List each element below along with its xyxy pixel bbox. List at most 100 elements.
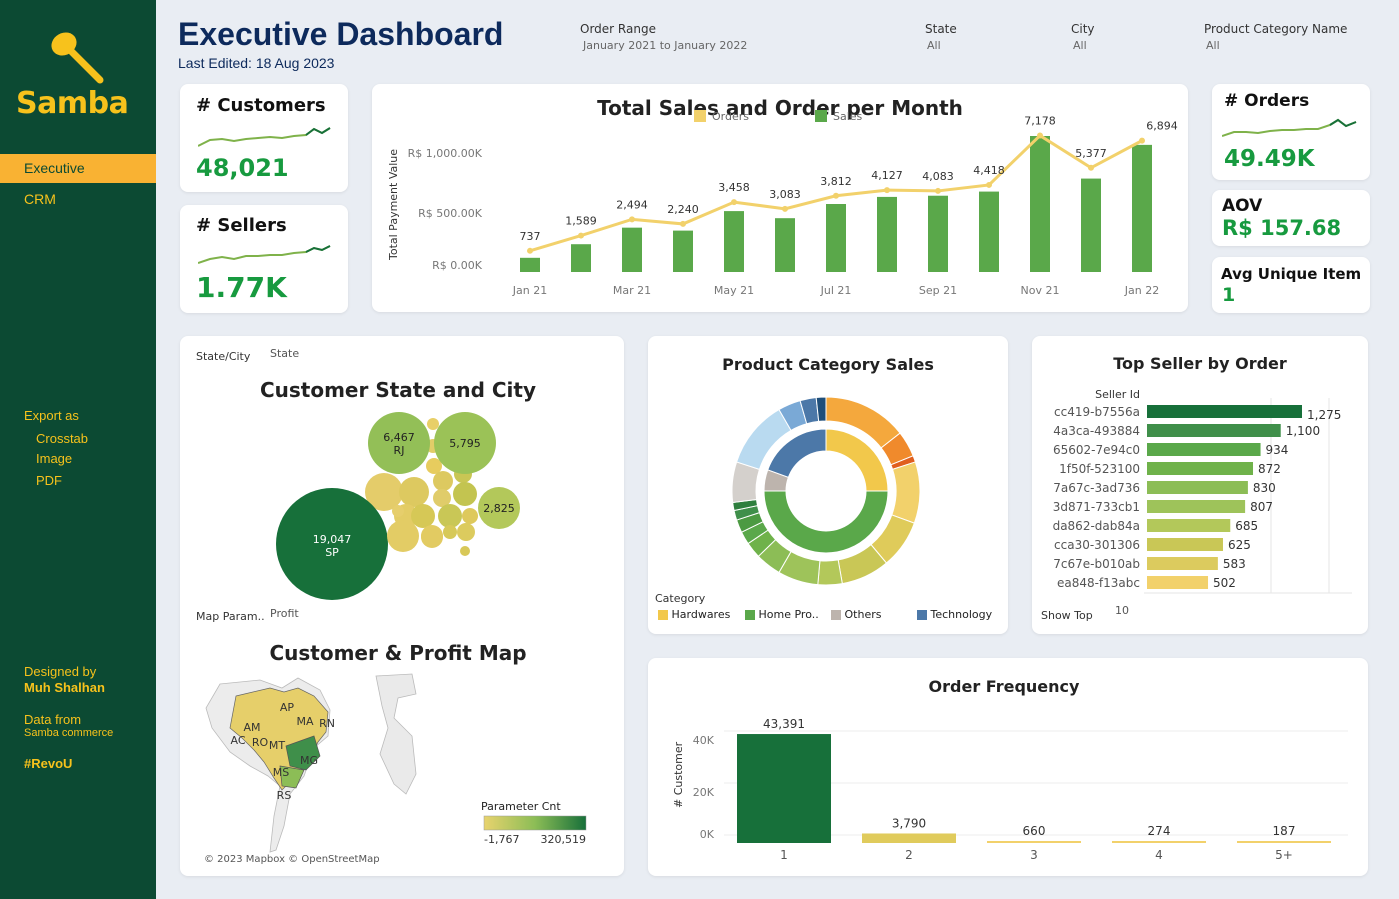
seller-col-label: Seller Id: [1095, 388, 1140, 401]
seller-bar[interactable]: [1147, 424, 1281, 437]
bubble-rj-label: RJ: [394, 444, 405, 457]
seller-bar[interactable]: [1147, 462, 1254, 475]
orders-data-label: 2,494: [616, 198, 648, 211]
show-top-input[interactable]: 10: [1115, 604, 1129, 617]
kpi-avg-unique-card: Avg Unique Item 1: [1212, 257, 1370, 313]
order-frequency-card: Order Frequency # Customer 0K 20K 40K 43…: [648, 658, 1368, 876]
map-legend-title: Parameter Cnt: [481, 800, 561, 813]
filter-state[interactable]: All: [927, 39, 941, 52]
sales-bar[interactable]: [1081, 178, 1101, 272]
sales-bar[interactable]: [826, 204, 846, 272]
freq-value-label: 660: [1023, 824, 1046, 838]
sales-bar[interactable]: [571, 244, 591, 272]
legend-item-others[interactable]: Others: [831, 608, 901, 621]
seller-bar[interactable]: [1147, 576, 1209, 589]
export-crosstab-link[interactable]: Crosstab: [36, 431, 88, 446]
sales-xtick: May 21: [714, 284, 754, 297]
sales-ytick-2: R$ 1,000.00K: [408, 147, 483, 160]
freq-xtick: 3: [1030, 848, 1038, 862]
kpi-avg-unique-value: 1: [1222, 284, 1236, 306]
designed-by-label: Designed by: [24, 664, 97, 679]
orders-point: [578, 232, 584, 239]
freq-xtick: 5+: [1275, 848, 1293, 862]
filter-city[interactable]: All: [1073, 39, 1087, 52]
seller-bar[interactable]: [1147, 557, 1218, 570]
map-param-dropdown[interactable]: Profit: [270, 607, 299, 620]
kpi-orders-card: # Orders 49.49K: [1212, 84, 1370, 180]
sales-bar[interactable]: [1030, 136, 1050, 272]
export-image-link[interactable]: Image: [36, 451, 72, 466]
donut-outer-segment[interactable]: [891, 461, 921, 524]
map-label-mg: MG: [300, 754, 318, 767]
legend-item-technology[interactable]: Technology: [917, 608, 1012, 621]
legend-sales-label: Sales: [833, 110, 863, 123]
freq-bar[interactable]: [737, 734, 831, 843]
export-pdf-link[interactable]: PDF: [36, 473, 62, 488]
seller-id-label: 4a3ca-493884: [1053, 424, 1140, 438]
orders-point: [731, 199, 737, 206]
logo: Samba: [16, 28, 140, 128]
map-attribution: © 2023 Mapbox © OpenStreetMap: [204, 854, 380, 865]
filter-state-label: State: [925, 22, 957, 36]
orders-point: [1088, 164, 1094, 171]
bubble-small-2[interactable]: [421, 525, 443, 547]
bubble-small[interactable]: [387, 520, 419, 552]
sidebar: Samba Executive CRM Export as Crosstab I…: [0, 0, 156, 899]
freq-bar[interactable]: [1112, 841, 1206, 843]
hashtag: #RevoU: [24, 756, 73, 771]
sales-xtick: Mar 21: [613, 284, 651, 297]
orders-point: [680, 220, 686, 227]
bubble-sp-value: 19,047: [313, 533, 352, 546]
seller-bar[interactable]: [1147, 519, 1231, 532]
state-city-card: State/City State Customer State and City: [180, 336, 624, 876]
freq-ytick-1: 20K: [693, 786, 715, 799]
orders-data-label: 4,418: [973, 164, 1005, 177]
orders-point: [1139, 137, 1145, 144]
sellers-sparkline: [198, 245, 331, 264]
legend-item-home[interactable]: Home Pro..: [745, 608, 835, 621]
seller-bar[interactable]: [1147, 443, 1261, 456]
freq-value-label: 274: [1148, 824, 1171, 838]
nav-crm[interactable]: CRM: [0, 185, 156, 214]
orders-data-label: 3,458: [718, 181, 750, 194]
sales-bar[interactable]: [673, 230, 693, 272]
seller-value-label: 872: [1258, 462, 1281, 476]
kpi-customers-card: # Customers 48,021: [180, 84, 348, 192]
filter-category[interactable]: All: [1206, 39, 1220, 52]
freq-bar[interactable]: [862, 833, 956, 843]
freq-bar[interactable]: [1237, 841, 1331, 843]
orders-data-label: 3,083: [769, 188, 801, 201]
seller-bar[interactable]: [1147, 405, 1302, 418]
bubble-chart: 19,047 SP 6,467 RJ 5,795 2,825: [276, 412, 520, 600]
freq-value-label: 43,391: [763, 717, 805, 731]
kpi-aov-card: AOV R$ 157.68: [1212, 190, 1370, 246]
seller-bar[interactable]: [1147, 500, 1246, 513]
orders-data-label: 1,589: [565, 215, 597, 228]
sales-bar[interactable]: [979, 191, 999, 272]
sales-bar[interactable]: [622, 227, 642, 272]
maraca-icon: [51, 32, 104, 84]
orders-point: [986, 181, 992, 188]
sales-bar[interactable]: [928, 195, 948, 272]
map-label-ac: AC: [230, 734, 245, 747]
legend-item-hardwares[interactable]: Hardwares: [658, 608, 730, 621]
sales-bar[interactable]: [877, 196, 897, 272]
sales-bar[interactable]: [724, 211, 744, 272]
orders-data-label: 5,377: [1075, 147, 1107, 160]
freq-ylabel: # Customer: [672, 741, 685, 808]
sales-bar[interactable]: [775, 218, 795, 272]
donut-outer-segment[interactable]: [817, 559, 843, 586]
donut-inner-home[interactable]: [763, 490, 889, 554]
map-label-ro: RO: [252, 736, 269, 749]
kpi-customers-title: # Customers: [196, 95, 326, 116]
nav-executive[interactable]: Executive: [0, 154, 156, 183]
customer-map[interactable]: AM AP AC RO MT MA RN MG MS RS Parameter …: [180, 666, 624, 871]
kpi-sellers-card: # Sellers 1.77K: [180, 205, 348, 313]
filter-order-range[interactable]: January 2021 to January 2022: [583, 39, 747, 52]
seller-bar[interactable]: [1147, 538, 1223, 551]
freq-bar[interactable]: [987, 841, 1081, 843]
orders-data-label: 2,240: [667, 203, 699, 216]
sales-bar[interactable]: [1132, 144, 1152, 272]
sales-bar[interactable]: [520, 257, 540, 272]
seller-bar[interactable]: [1147, 481, 1248, 494]
